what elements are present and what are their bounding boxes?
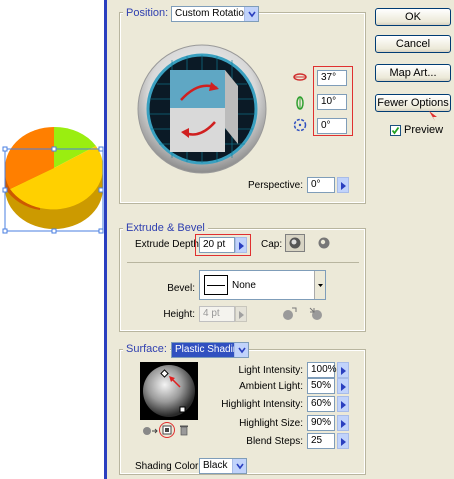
preview-checkbox[interactable] bbox=[390, 125, 401, 136]
cube-bottom-face bbox=[170, 108, 225, 152]
light-intensity-arrow-button[interactable] bbox=[337, 362, 349, 378]
chevron-down-icon bbox=[234, 343, 248, 357]
selection-handle bbox=[2, 187, 8, 193]
chevron-down-icon bbox=[244, 7, 258, 21]
map-art-button[interactable]: Map Art... bbox=[375, 64, 451, 82]
light-intensity-field[interactable]: 100% bbox=[307, 362, 337, 378]
z-axis-rotation-icon bbox=[293, 118, 307, 132]
trash-icon[interactable] bbox=[179, 424, 189, 436]
ambient-light-field[interactable]: 50% bbox=[307, 378, 335, 394]
checkmark-icon bbox=[391, 126, 400, 135]
light-intensity-label: Light Intensity: bbox=[238, 365, 303, 376]
selection-handle bbox=[2, 228, 8, 234]
blend-steps-field[interactable]: 25 bbox=[307, 433, 335, 449]
extrude-depth-label: Extrude Depth: bbox=[135, 239, 202, 250]
selection-handle bbox=[98, 187, 104, 193]
preview-label: Preview bbox=[404, 124, 444, 136]
blend-steps-label: Blend Steps: bbox=[246, 436, 303, 447]
move-light-back-icon[interactable] bbox=[142, 425, 158, 437]
separator bbox=[127, 262, 359, 263]
highlight-intensity-label: Highlight Intensity: bbox=[221, 399, 303, 410]
pie-slice-orange bbox=[5, 127, 54, 168]
bevel-label: Bevel: bbox=[167, 283, 195, 294]
highlight-intensity-field[interactable]: 60% bbox=[307, 396, 335, 412]
shading-color-label: Shading Color: bbox=[135, 461, 202, 472]
cap-label: Cap: bbox=[261, 239, 283, 250]
shading-color-select[interactable]: Black bbox=[199, 458, 247, 474]
3d-options-dialog: Position: Custom Rotation 37° 10° 0° Per… bbox=[107, 0, 454, 479]
extrude-depth-arrow-button[interactable] bbox=[235, 237, 247, 253]
selection-handle bbox=[51, 228, 57, 234]
new-light-icon[interactable] bbox=[162, 425, 172, 435]
fewer-options-button[interactable]: Fewer Options bbox=[375, 94, 451, 112]
bevel-preview bbox=[204, 275, 228, 295]
x-rotation-field[interactable]: 37° bbox=[317, 70, 347, 86]
selection-handle bbox=[98, 228, 104, 234]
perspective-arrow-button[interactable] bbox=[337, 177, 349, 193]
highlight-size-label: Highlight Size: bbox=[239, 418, 303, 429]
perspective-label: Perspective: bbox=[247, 180, 303, 191]
position-preset-select[interactable]: Custom Rotation bbox=[171, 6, 259, 22]
pie-chart-3d[interactable] bbox=[0, 0, 104, 479]
rotation-trackball[interactable] bbox=[137, 44, 267, 174]
artboard bbox=[0, 0, 104, 479]
cap-off-icon[interactable] bbox=[316, 235, 332, 251]
highlight-size-field[interactable]: 90% bbox=[307, 415, 335, 431]
highlight-intensity-arrow-button[interactable] bbox=[337, 396, 349, 412]
perspective-field[interactable]: 0° bbox=[307, 177, 335, 193]
selection-handle bbox=[2, 146, 8, 152]
height-field[interactable]: 4 pt bbox=[199, 306, 235, 322]
light-back-handle bbox=[179, 406, 186, 413]
bevel-dropdown-arrow-icon bbox=[314, 271, 325, 299]
position-preset-value: Custom Rotation bbox=[175, 8, 250, 19]
surface-legend: Surface: bbox=[123, 343, 170, 355]
selection-handle bbox=[51, 146, 57, 152]
highlight-size-arrow-button[interactable] bbox=[337, 415, 349, 431]
bevel-select[interactable]: None bbox=[199, 270, 326, 300]
cap-on-icon bbox=[289, 237, 301, 249]
bevel-out-icon[interactable] bbox=[279, 305, 299, 323]
lighting-sphere-preview[interactable] bbox=[140, 362, 198, 420]
shading-color-value: Black bbox=[203, 460, 228, 471]
ambient-light-arrow-button[interactable] bbox=[337, 378, 349, 394]
y-axis-rotation-icon bbox=[296, 96, 304, 110]
blend-steps-arrow-button[interactable] bbox=[337, 433, 349, 449]
height-arrow-button[interactable] bbox=[235, 306, 247, 322]
surface-preset-select[interactable]: Plastic Shading bbox=[171, 342, 249, 358]
x-axis-rotation-icon bbox=[293, 73, 307, 81]
extrude-depth-field[interactable]: 20 pt bbox=[199, 237, 235, 253]
ok-button[interactable]: OK bbox=[375, 8, 451, 26]
chevron-down-icon bbox=[232, 459, 246, 473]
ambient-light-label: Ambient Light: bbox=[239, 381, 303, 392]
z-rotation-field[interactable]: 0° bbox=[317, 118, 347, 134]
cancel-button[interactable]: Cancel bbox=[375, 35, 451, 53]
y-rotation-field[interactable]: 10° bbox=[317, 94, 347, 110]
selection-handle bbox=[98, 146, 104, 152]
cap-on-button[interactable] bbox=[285, 234, 305, 252]
bevel-in-icon[interactable] bbox=[307, 305, 327, 323]
bevel-value: None bbox=[232, 280, 256, 291]
position-legend: Position: bbox=[123, 7, 172, 19]
extrude-legend: Extrude & Bevel bbox=[123, 222, 208, 234]
cursor-pointer-icon bbox=[429, 111, 437, 121]
height-label: Height: bbox=[163, 309, 195, 320]
